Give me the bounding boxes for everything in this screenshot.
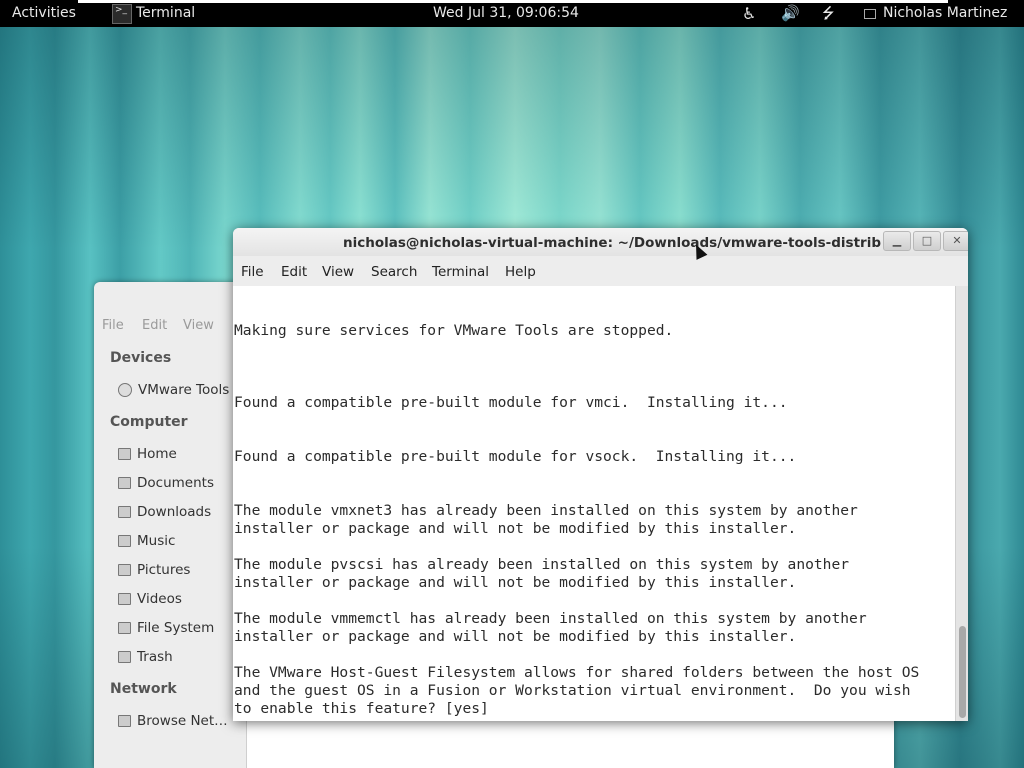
network-icon — [118, 715, 131, 727]
sidebar-item-pictures[interactable]: Pictures — [118, 560, 190, 580]
sidebar-item-downloads[interactable]: Downloads — [118, 502, 211, 522]
volume-icon[interactable]: 🔊 — [781, 0, 800, 27]
fm-menu-view[interactable]: View — [183, 318, 214, 333]
menu-file[interactable]: File — [241, 264, 264, 280]
folder-icon — [118, 593, 131, 605]
drive-icon — [118, 622, 131, 634]
sidebar-item-music[interactable]: Music — [118, 531, 175, 551]
sidebar-item-label: Music — [137, 533, 176, 549]
app-menu[interactable]: >_ Terminal — [112, 0, 195, 27]
sidebar-item-label: File System — [137, 620, 215, 636]
sidebar-item-label: Downloads — [137, 504, 212, 520]
sidebar-item-label: Documents — [137, 475, 214, 491]
terminal-window[interactable]: nicholas@nicholas-virtual-machine: ~/Dow… — [233, 228, 968, 721]
menu-search[interactable]: Search — [371, 264, 417, 280]
menu-view[interactable]: View — [322, 264, 354, 280]
sidebar-item-videos[interactable]: Videos — [118, 589, 182, 609]
fm-menu-edit[interactable]: Edit — [142, 318, 167, 333]
sidebar-item-home[interactable]: Home — [118, 444, 177, 464]
activities-button[interactable]: Activities — [12, 0, 76, 27]
sidebar-item-label: Pictures — [137, 562, 191, 578]
sidebar-item-label: Browse Net… — [137, 713, 228, 729]
terminal-scrollbar[interactable] — [955, 286, 968, 721]
menu-edit[interactable]: Edit — [281, 264, 307, 280]
sidebar-item-label: Videos — [137, 591, 182, 607]
window-controls: ▁ □ ✕ — [881, 231, 968, 251]
folder-icon — [118, 535, 131, 547]
folder-icon — [118, 506, 131, 518]
fm-menu-file[interactable]: File — [102, 318, 124, 333]
terminal-output[interactable]: Making sure services for VMware Tools ar… — [233, 286, 955, 721]
trash-icon — [118, 651, 131, 663]
app-menu-label: Terminal — [136, 5, 196, 21]
clock[interactable]: Wed Jul 31, 09:06:54 — [433, 0, 579, 27]
sidebar-item-browse-network[interactable]: Browse Net… — [118, 711, 228, 731]
network-icon[interactable]: ⭍ — [822, 0, 835, 27]
scrollbar-thumb[interactable] — [959, 626, 966, 718]
accessibility-icon[interactable]: ♿ — [742, 0, 756, 27]
sidebar-item-vmware-tools[interactable]: VMware Tools — [118, 380, 229, 400]
sidebar-heading-network: Network — [110, 681, 177, 697]
window-title: nicholas@nicholas-virtual-machine: ~/Dow… — [343, 235, 881, 251]
sidebar-item-documents[interactable]: Documents — [118, 473, 214, 493]
file-manager-sidebar: Devices VMware Tools Computer Home Docum… — [94, 340, 246, 768]
sidebar-item-label: Trash — [137, 649, 173, 665]
sidebar-item-file-system[interactable]: File System — [118, 618, 214, 638]
folder-icon — [118, 448, 131, 460]
user-status-icon — [864, 8, 876, 19]
minimize-button[interactable]: ▁ — [883, 231, 911, 251]
sidebar-item-label: VMware Tools — [138, 382, 230, 398]
menu-terminal[interactable]: Terminal — [432, 264, 489, 280]
top-bar: Activities >_ Terminal Wed Jul 31, 09:06… — [0, 0, 1024, 27]
terminal-app-icon: >_ — [112, 3, 132, 24]
user-menu[interactable]: Nicholas Martinez — [864, 0, 1007, 27]
sidebar-item-label: Home — [137, 446, 177, 462]
folder-icon — [118, 564, 131, 576]
terminal-text: Making sure services for VMware Tools ar… — [234, 322, 920, 717]
menu-help[interactable]: Help — [505, 264, 536, 280]
user-name: Nicholas Martinez — [883, 5, 1008, 21]
maximize-button[interactable]: □ — [913, 231, 941, 251]
folder-icon — [118, 477, 131, 489]
close-button[interactable]: ✕ — [943, 231, 968, 251]
disc-icon — [118, 383, 132, 397]
sidebar-heading-computer: Computer — [110, 414, 188, 430]
sidebar-item-trash[interactable]: Trash — [118, 647, 173, 667]
sidebar-heading-devices: Devices — [110, 350, 172, 366]
terminal-titlebar[interactable]: nicholas@nicholas-virtual-machine: ~/Dow… — [233, 228, 968, 256]
